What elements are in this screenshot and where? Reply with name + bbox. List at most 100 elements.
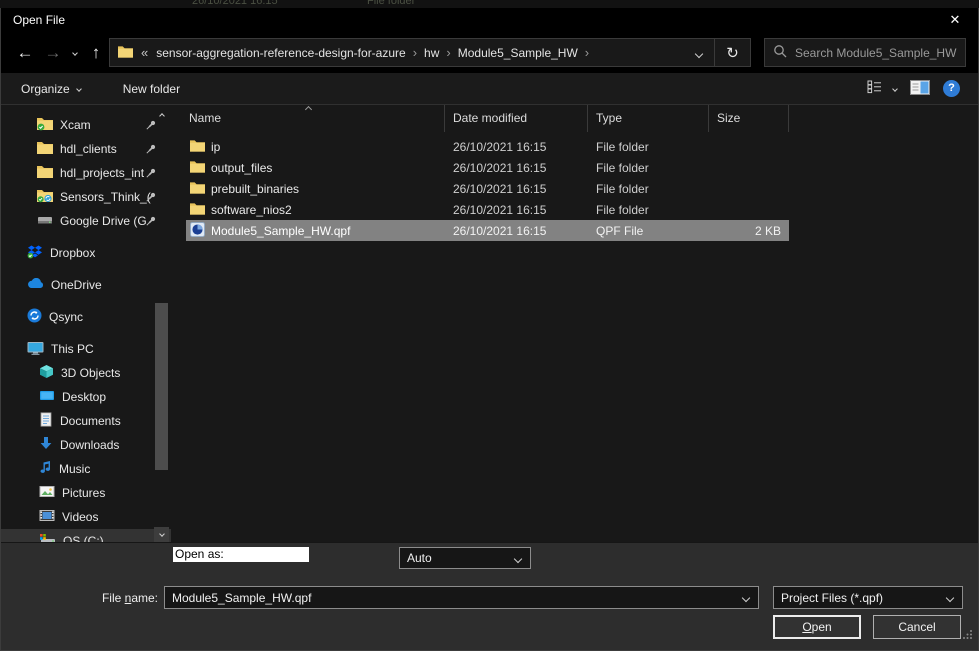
sidebar-item-3d-objects[interactable]: 3D Objects bbox=[1, 361, 171, 385]
change-view-button[interactable] bbox=[867, 80, 897, 97]
command-toolbar: Organize New folder ? bbox=[1, 73, 978, 105]
sidebar-item-documents[interactable]: Documents bbox=[1, 409, 171, 433]
column-header-date-modified[interactable]: Date modified bbox=[445, 105, 588, 132]
search-input[interactable] bbox=[795, 46, 957, 60]
forward-icon: → bbox=[45, 43, 62, 62]
file-row-output-files[interactable]: output_files 26/10/2021 16:15 File folde… bbox=[186, 157, 789, 178]
address-dropdown-button[interactable] bbox=[696, 46, 706, 60]
breadcrumb-overflow-icon[interactable]: « bbox=[141, 45, 148, 60]
file-name-input[interactable] bbox=[165, 591, 725, 605]
list-view-icon bbox=[867, 80, 887, 97]
organize-button[interactable]: Organize bbox=[21, 82, 81, 96]
sidebar-item-google-drive[interactable]: Google Drive (G bbox=[1, 209, 171, 233]
open-as-value: Auto bbox=[407, 551, 432, 565]
qpf-file-icon bbox=[190, 222, 205, 240]
open-as-select[interactable]: Auto bbox=[399, 547, 531, 569]
new-folder-button[interactable]: New folder bbox=[123, 82, 180, 96]
back-button[interactable]: ← bbox=[11, 39, 39, 67]
sidebar-scrollbar bbox=[154, 105, 169, 542]
folder-icon bbox=[118, 45, 133, 61]
cube-icon bbox=[39, 364, 54, 382]
toolbar-right-group: ? bbox=[867, 80, 960, 98]
file-row-software-nios2[interactable]: software_nios2 26/10/2021 16:15 File fol… bbox=[186, 199, 789, 220]
qsync-icon bbox=[27, 308, 42, 326]
file-row-ip[interactable]: ip 26/10/2021 16:15 File folder bbox=[186, 136, 789, 157]
sidebar-item-videos[interactable]: Videos bbox=[1, 505, 171, 529]
preview-pane-button[interactable] bbox=[910, 80, 930, 98]
navigation-bar: ← → ↑ « sensor-aggregation-reference-des… bbox=[1, 32, 978, 73]
breadcrumb-segment-module[interactable]: Module5_Sample_HW bbox=[458, 46, 578, 60]
resize-grip[interactable] bbox=[962, 629, 973, 643]
breadcrumb-separator-icon[interactable]: › bbox=[585, 45, 589, 60]
folder-icon bbox=[37, 165, 53, 182]
title-bar: Open File ✕ bbox=[1, 8, 978, 32]
breadcrumb-segment-root[interactable]: sensor-aggregation-reference-design-for-… bbox=[156, 46, 405, 60]
chevron-up-icon bbox=[159, 113, 165, 119]
os-drive-icon bbox=[39, 533, 56, 542]
music-note-icon bbox=[39, 460, 52, 478]
sidebar-item-downloads[interactable]: Downloads bbox=[1, 433, 171, 457]
open-button[interactable]: Open bbox=[773, 615, 861, 639]
refresh-icon: ↻ bbox=[726, 44, 739, 62]
file-row-prebuilt-binaries[interactable]: prebuilt_binaries 26/10/2021 16:15 File … bbox=[186, 178, 789, 199]
up-icon: ↑ bbox=[92, 43, 101, 62]
background-date-text: 26/10/2021 16:15 bbox=[192, 0, 278, 7]
recent-locations-button[interactable] bbox=[67, 39, 83, 67]
folder-icon bbox=[37, 141, 53, 158]
preview-pane-icon bbox=[910, 80, 930, 98]
sidebar-item-this-pc[interactable]: This PC bbox=[1, 337, 171, 361]
folder-icon bbox=[190, 139, 205, 155]
folder-sync-icon bbox=[37, 189, 53, 206]
chevron-down-icon bbox=[76, 86, 82, 92]
sidebar-item-os-c[interactable]: OS (C:) bbox=[1, 529, 171, 542]
sidebar-item-dropbox[interactable]: Dropbox bbox=[1, 241, 171, 265]
chevron-down-icon bbox=[742, 594, 750, 602]
sidebar-item-desktop[interactable]: Desktop bbox=[1, 385, 171, 409]
cancel-button[interactable]: Cancel bbox=[873, 615, 961, 639]
dialog-body: Xcam hdl_clients hdl_projects_int Sensor… bbox=[1, 105, 978, 542]
folder-icon bbox=[190, 202, 205, 218]
back-icon: ← bbox=[17, 43, 34, 62]
chevron-down-icon bbox=[892, 86, 898, 92]
refresh-button[interactable]: ↻ bbox=[715, 38, 751, 67]
scroll-up-button[interactable] bbox=[154, 107, 169, 121]
column-headers: Name Date modified Type Size bbox=[171, 105, 978, 130]
breadcrumb-separator-icon[interactable]: › bbox=[413, 45, 417, 60]
folder-icon bbox=[190, 181, 205, 197]
forward-button[interactable]: → bbox=[39, 39, 67, 67]
file-type-select[interactable]: Project Files (*.qpf) bbox=[773, 586, 963, 609]
sidebar-item-xcam[interactable]: Xcam bbox=[1, 113, 171, 137]
breadcrumb-separator-icon[interactable]: › bbox=[446, 45, 450, 60]
file-rows: ip 26/10/2021 16:15 File folder output_f… bbox=[171, 136, 978, 241]
sidebar-item-sensors-think[interactable]: Sensors_Think_( bbox=[1, 185, 171, 209]
dialog-title: Open File bbox=[13, 13, 65, 27]
sidebar-item-hdl-clients[interactable]: hdl_clients bbox=[1, 137, 171, 161]
sidebar-item-hdl-projects[interactable]: hdl_projects_int bbox=[1, 161, 171, 185]
sidebar-item-qsync[interactable]: Qsync bbox=[1, 305, 171, 329]
sidebar-item-onedrive[interactable]: OneDrive bbox=[1, 273, 171, 297]
column-header-size[interactable]: Size bbox=[709, 105, 789, 132]
close-button[interactable]: ✕ bbox=[932, 8, 978, 32]
close-icon: ✕ bbox=[950, 12, 961, 28]
sidebar-item-music[interactable]: Music bbox=[1, 457, 171, 481]
dialog-footer: Open as: Auto File name: Project Files (… bbox=[1, 542, 978, 650]
breadcrumb-segment-hw[interactable]: hw bbox=[424, 46, 439, 60]
help-button[interactable]: ? bbox=[943, 80, 960, 97]
file-type-value: Project Files (*.qpf) bbox=[781, 591, 883, 605]
column-header-name[interactable]: Name bbox=[171, 105, 445, 132]
folder-check-icon bbox=[37, 117, 53, 134]
file-name-label: File name: bbox=[89, 587, 158, 609]
chevron-down-icon bbox=[946, 594, 954, 602]
address-bar[interactable]: « sensor-aggregation-reference-design-fo… bbox=[109, 38, 715, 67]
scrollbar-thumb[interactable] bbox=[155, 303, 168, 470]
file-row-module5-sample-hw-qpf[interactable]: Module5_Sample_HW.qpf 26/10/2021 16:15 Q… bbox=[186, 220, 789, 241]
scroll-down-button[interactable] bbox=[154, 527, 169, 542]
open-file-dialog: Open File ✕ ← → ↑ « sensor-aggregation-r… bbox=[0, 8, 979, 651]
up-button[interactable]: ↑ bbox=[83, 39, 109, 67]
column-header-type[interactable]: Type bbox=[588, 105, 709, 132]
search-box bbox=[764, 38, 966, 67]
navigation-pane: Xcam hdl_clients hdl_projects_int Sensor… bbox=[1, 105, 171, 542]
chevron-down-icon bbox=[695, 49, 703, 57]
sidebar-item-pictures[interactable]: Pictures bbox=[1, 481, 171, 505]
file-name-combobox bbox=[164, 586, 759, 609]
